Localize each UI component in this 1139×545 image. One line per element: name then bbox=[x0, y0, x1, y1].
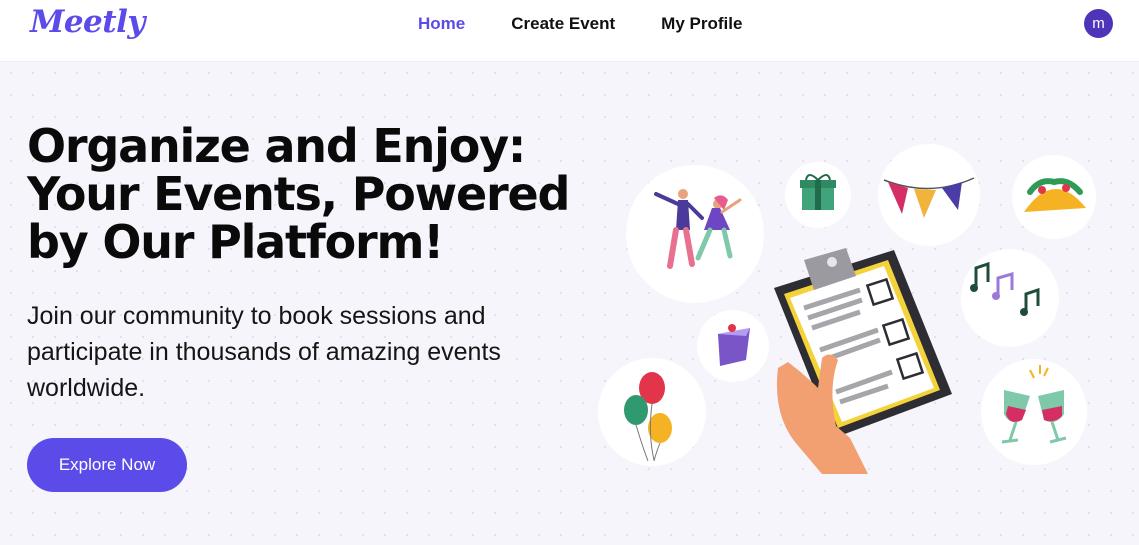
nav-home[interactable]: Home bbox=[418, 14, 465, 34]
clipboard-checklist-icon bbox=[774, 248, 952, 474]
taco-icon bbox=[1012, 155, 1096, 239]
hero-title: Organize and Enjoy: Your Events, Powered… bbox=[27, 122, 587, 266]
hero-subtitle-line: Join our community to book sessions and bbox=[27, 302, 486, 330]
explore-now-button[interactable]: Explore Now bbox=[27, 438, 187, 492]
dancing-couple-icon bbox=[626, 165, 764, 303]
balloons-icon bbox=[598, 358, 706, 466]
wine-glasses-icon bbox=[981, 359, 1087, 465]
avatar[interactable]: m bbox=[1084, 9, 1113, 38]
music-notes-icon bbox=[961, 249, 1059, 347]
hero-subtitle: Join our community to book sessions and … bbox=[27, 298, 567, 406]
top-navbar: Meetly Home Create Event My Profile m bbox=[0, 0, 1139, 62]
hero-subtitle-line: worldwide. bbox=[27, 374, 146, 402]
hero-title-line: by Our Platform! bbox=[27, 215, 444, 269]
gift-box-icon bbox=[785, 162, 851, 228]
main-nav: Home Create Event My Profile bbox=[418, 14, 788, 34]
bunting-flags-icon bbox=[878, 144, 980, 246]
hero-illustration bbox=[598, 144, 1096, 474]
hero-title-line: Organize and Enjoy: bbox=[27, 119, 526, 173]
nav-my-profile[interactable]: My Profile bbox=[661, 14, 742, 34]
logo[interactable]: Meetly bbox=[30, 4, 145, 40]
hero-subtitle-line: participate in thousands of amazing even… bbox=[27, 338, 501, 366]
nav-create-event[interactable]: Create Event bbox=[511, 14, 615, 34]
cake-slice-icon bbox=[697, 310, 769, 382]
hero-title-line: Your Events, Powered bbox=[27, 167, 570, 221]
